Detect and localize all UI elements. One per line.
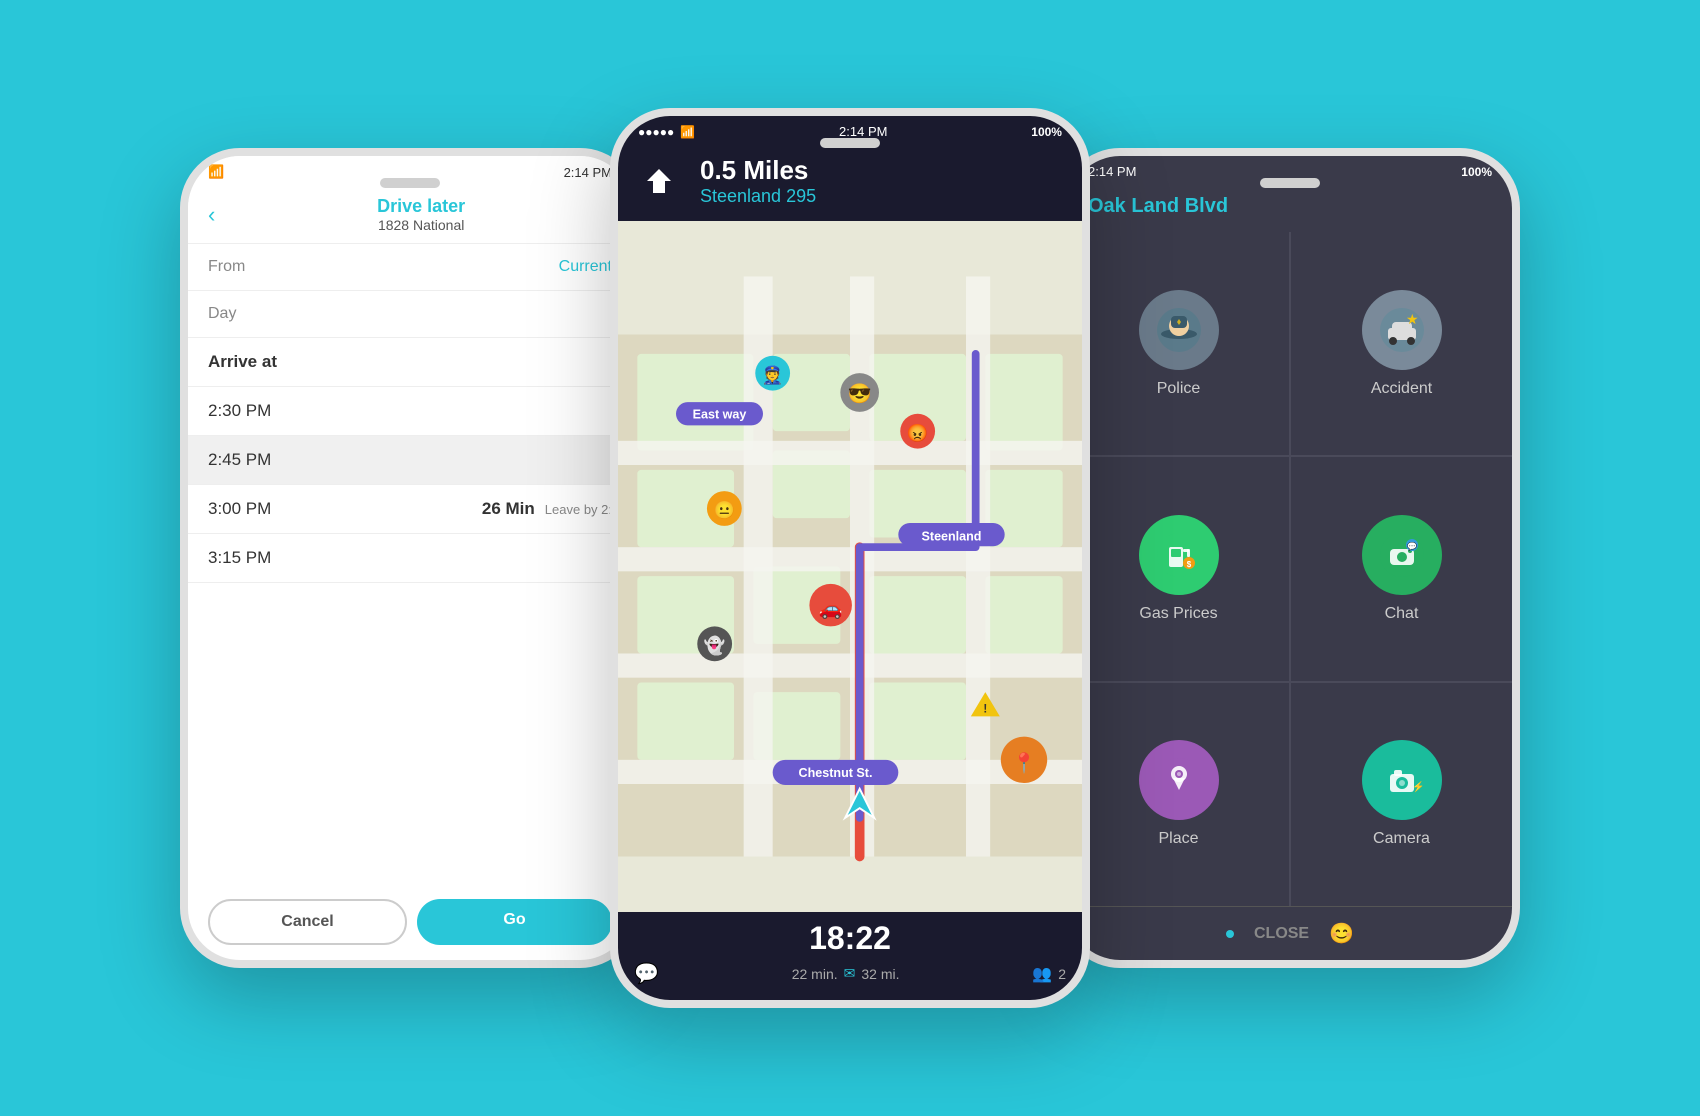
map-duration: 22 min. ✉ 32 mi.	[792, 965, 900, 982]
phone-right: 2:14 PM 100% Oak Land Blvd	[1060, 148, 1520, 968]
time-245: 2:45 PM	[208, 450, 612, 470]
report-police[interactable]: Police	[1068, 232, 1289, 455]
signal-center: ●●●●● 📶	[638, 125, 695, 139]
chat-label: Chat	[1385, 605, 1419, 623]
nav-header: 0.5 Miles Steenland 295	[618, 143, 1082, 221]
map-stats: 💬 22 min. ✉ 32 mi. 👥 2	[634, 957, 1066, 990]
svg-text:East way: East way	[693, 408, 747, 422]
back-button[interactable]: ‹	[208, 202, 215, 228]
svg-text:😡: 😡	[907, 423, 929, 443]
users-icon: 👥	[1032, 964, 1052, 984]
cancel-button[interactable]: Cancel	[208, 899, 407, 945]
drive-later-title: Drive later 1828 National	[230, 196, 612, 233]
reports-header: Oak Land Blvd	[1068, 183, 1512, 232]
nav-street: Steenland 295	[700, 186, 1066, 207]
turn-arrow	[634, 156, 684, 206]
phones-container: 📶 2:14 PM ‹ Drive later 1828 National Fr…	[150, 68, 1550, 1048]
report-accident[interactable]: ★ Accident	[1291, 232, 1512, 455]
from-label: From	[208, 258, 245, 276]
time-row-300[interactable]: 3:00 PM 26 Min Leave by 2:	[188, 485, 632, 534]
place-icon-circle	[1139, 740, 1219, 820]
close-button[interactable]: CLOSE	[1254, 925, 1309, 943]
time-315: 3:15 PM	[208, 548, 612, 568]
svg-text:⚡: ⚡	[1412, 780, 1424, 793]
svg-text:😎: 😎	[848, 383, 872, 405]
arrive-at-row: Arrive at	[188, 338, 632, 387]
svg-text:🚗: 🚗	[819, 599, 843, 620]
nav-distance: 0.5 Miles	[700, 155, 1066, 186]
reports-street: Oak Land Blvd	[1088, 195, 1492, 218]
report-chat[interactable]: 💬 Chat	[1291, 457, 1512, 680]
leave-by-300: Leave by 2:	[545, 502, 612, 517]
from-row[interactable]: From Current	[188, 244, 632, 291]
user-count: 👥 2	[1032, 964, 1066, 984]
duration-300: 26 Min	[482, 499, 535, 519]
svg-text:★: ★	[1406, 311, 1419, 327]
status-bar-center: ●●●●● 📶 2:14 PM 100%	[618, 116, 1082, 143]
report-gas-prices[interactable]: $ Gas Prices	[1068, 457, 1289, 680]
svg-text:📍: 📍	[1012, 752, 1036, 775]
time-left: 2:14 PM	[564, 165, 612, 180]
drive-later-subtitle: 1828 National	[230, 217, 612, 233]
mail-icon: ✉	[844, 965, 856, 982]
svg-text:👮: 👮	[762, 364, 784, 385]
svg-text:👻: 👻	[704, 635, 726, 657]
place-label: Place	[1158, 830, 1198, 848]
time-row-315[interactable]: 3:15 PM	[188, 534, 632, 583]
svg-text:💬: 💬	[1407, 541, 1417, 551]
chat-icon-circle: 💬	[1362, 515, 1442, 595]
status-bar-right: 2:14 PM 100%	[1068, 156, 1512, 183]
waze-icon-bottom: 😊	[1329, 921, 1354, 946]
svg-text:Chestnut St.: Chestnut St.	[799, 766, 873, 780]
svg-text:$: $	[1186, 560, 1191, 569]
reports-grid: Police ★ Accident	[1068, 232, 1512, 906]
map-area[interactable]: Chestnut St. East way Steenland 😎 👮 😐 🚗 …	[618, 221, 1082, 912]
nav-info: 0.5 Miles Steenland 295	[700, 155, 1066, 207]
day-row[interactable]: Day	[188, 291, 632, 338]
chat-icon-stat[interactable]: 💬	[634, 961, 659, 986]
time-row-245[interactable]: 2:45 PM	[188, 436, 632, 485]
status-bar-left: 📶 2:14 PM	[188, 156, 632, 184]
accident-icon-circle: ★	[1362, 290, 1442, 370]
arrive-at-label: Arrive at	[208, 352, 277, 372]
svg-text:Steenland: Steenland	[922, 529, 982, 543]
day-label: Day	[208, 305, 236, 322]
camera-label: Camera	[1373, 830, 1430, 848]
chat-bubble-icon: 💬	[634, 961, 659, 986]
time-300: 3:00 PM	[208, 499, 482, 519]
map-time: 18:22	[634, 920, 1066, 957]
go-button[interactable]: Go	[417, 899, 612, 945]
close-dot	[1226, 930, 1234, 938]
police-icon-circle	[1139, 290, 1219, 370]
report-place[interactable]: Place	[1068, 683, 1289, 906]
gas-prices-label: Gas Prices	[1139, 605, 1217, 623]
time-center: 2:14 PM	[839, 124, 887, 139]
from-value: Current	[559, 258, 612, 276]
map-bottom-bar: 18:22 💬 22 min. ✉ 32 mi. 👥 2	[618, 912, 1082, 1000]
signal-left: 📶	[208, 164, 224, 180]
close-bar[interactable]: CLOSE 😊	[1068, 906, 1512, 960]
battery-right: 100%	[1461, 165, 1492, 179]
time-right: 2:14 PM	[1088, 164, 1136, 179]
drive-later-footer: Cancel Go	[188, 884, 632, 960]
report-camera[interactable]: ⚡ Camera	[1291, 683, 1512, 906]
police-label: Police	[1157, 380, 1201, 398]
svg-text:!: !	[983, 702, 987, 715]
drive-later-main-title: Drive later	[230, 196, 612, 217]
drive-later-header: ‹ Drive later 1828 National	[188, 184, 632, 244]
accident-label: Accident	[1371, 380, 1432, 398]
phone-center: ●●●●● 📶 2:14 PM 100% 0.5 Miles Steenland…	[610, 108, 1090, 1008]
svg-text:😐: 😐	[714, 500, 736, 520]
phone-left: 📶 2:14 PM ‹ Drive later 1828 National Fr…	[180, 148, 640, 968]
battery-center: 100%	[1031, 125, 1062, 139]
gas-icon-circle: $	[1139, 515, 1219, 595]
time-row-230[interactable]: 2:30 PM	[188, 387, 632, 436]
camera-icon-circle: ⚡	[1362, 740, 1442, 820]
time-230: 2:30 PM	[208, 401, 612, 421]
